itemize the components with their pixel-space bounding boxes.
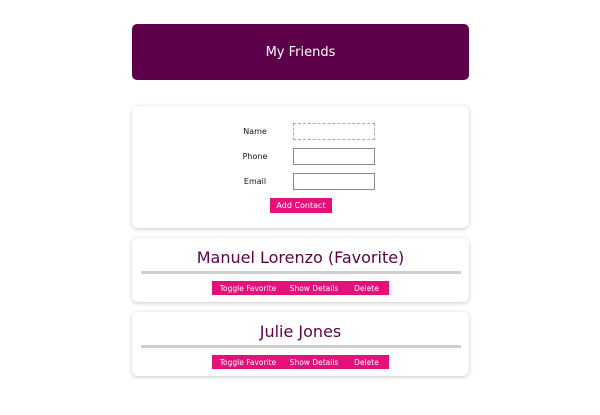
app-header: My Friends — [132, 24, 469, 80]
contact-divider — [141, 345, 461, 348]
email-row: Email — [132, 173, 469, 190]
toggle-favorite-button[interactable]: Toggle Favorite — [212, 281, 284, 295]
page-title: My Friends — [265, 44, 336, 60]
show-details-button[interactable]: Show Details — [284, 281, 344, 295]
delete-button[interactable]: Delete — [344, 281, 389, 295]
phone-row: Phone — [132, 148, 469, 165]
name-input[interactable] — [293, 123, 375, 140]
add-contact-form: Name Phone Email Add Contact — [132, 106, 469, 228]
email-label: Email — [243, 177, 267, 186]
contact-actions: Toggle Favorite Show Details Delete — [212, 355, 389, 369]
app-root: My Friends Name Phone Email Add Contact … — [0, 0, 600, 415]
show-details-button[interactable]: Show Details — [284, 355, 344, 369]
phone-input[interactable] — [293, 148, 375, 165]
contact-actions: Toggle Favorite Show Details Delete — [212, 281, 389, 295]
contact-name: Julie Jones — [259, 322, 342, 341]
add-contact-button[interactable]: Add Contact — [270, 198, 332, 213]
contact-divider — [141, 271, 461, 274]
name-label: Name — [243, 127, 267, 136]
contact-card: Julie Jones Toggle Favorite Show Details… — [132, 312, 469, 376]
email-input[interactable] — [293, 173, 375, 190]
name-row: Name — [132, 123, 469, 140]
toggle-favorite-button[interactable]: Toggle Favorite — [212, 355, 284, 369]
phone-label: Phone — [242, 152, 268, 161]
contact-card: Manuel Lorenzo (Favorite) Toggle Favorit… — [132, 238, 469, 302]
delete-button[interactable]: Delete — [344, 355, 389, 369]
contact-name: Manuel Lorenzo (Favorite) — [196, 248, 405, 267]
